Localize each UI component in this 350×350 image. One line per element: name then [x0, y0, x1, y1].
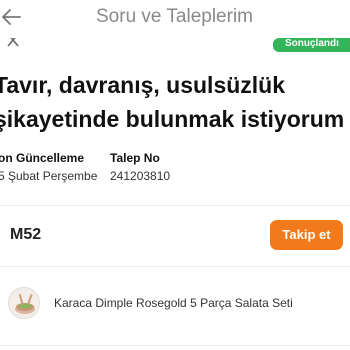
ticket-title-line-1: Tavır, davranış, usulsüzlük: [0, 72, 286, 98]
product-name[interactable]: Karaca Dimple Rosegold 5 Parça Salata Se…: [54, 296, 293, 310]
last-update-value: 5 Şubat Perşembe: [0, 169, 98, 183]
close-icon[interactable]: [6, 38, 20, 50]
divider: [0, 205, 350, 206]
product-image[interactable]: [8, 287, 40, 319]
ticket-title: Tavır, davranış, usulsüzlük şikayetinde …: [0, 68, 350, 136]
divider: [0, 345, 350, 346]
request-number-value: 241203810: [110, 169, 171, 183]
follow-button[interactable]: Takip et: [270, 220, 343, 250]
status-badge: Sonuçlandı: [273, 38, 350, 52]
page-title: Soru ve Taleplerim: [96, 6, 254, 27]
divider: [0, 266, 350, 267]
last-update-label: on Güncelleme: [0, 151, 85, 165]
request-number-label: Talep No: [110, 151, 160, 165]
back-arrow-icon[interactable]: [0, 6, 22, 28]
order-number: M52: [10, 226, 42, 243]
salad-set-icon: [15, 293, 35, 314]
ticket-title-line-2: şikayetinde bulunmak istiyorum: [0, 106, 345, 132]
top-bar: Soru ve Taleplerim: [0, 0, 350, 34]
